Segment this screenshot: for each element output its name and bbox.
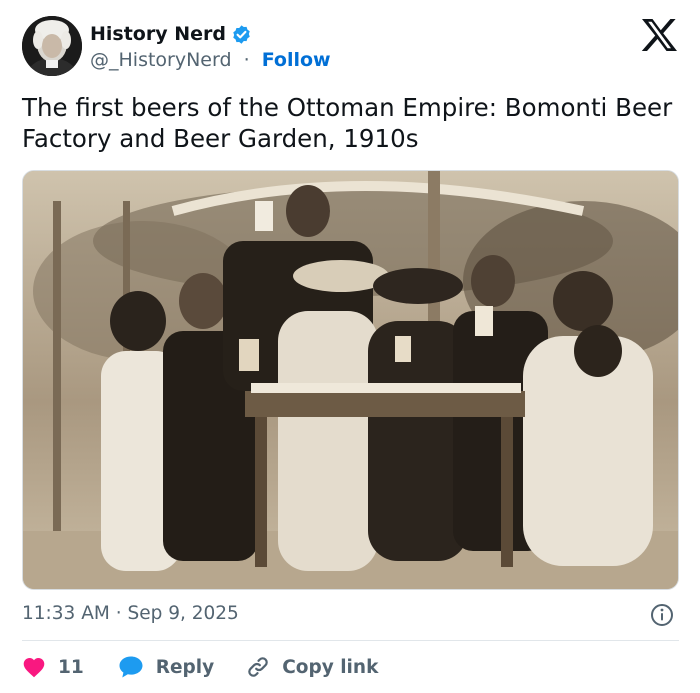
like-button[interactable]: 11	[22, 656, 84, 678]
tweet-text: The first beers of the Ottoman Empire: B…	[22, 93, 673, 153]
link-icon	[248, 657, 268, 677]
x-logo-icon[interactable]	[640, 18, 678, 52]
follow-button[interactable]: Follow	[262, 49, 331, 71]
like-count: 11	[58, 656, 84, 678]
handle-row: @_HistoryNerd · Follow	[90, 48, 331, 72]
handle-separator: ·	[243, 49, 250, 71]
speech-bubble-icon	[119, 656, 143, 678]
reply-label: Reply	[155, 656, 215, 678]
avatar-portrait-image	[22, 16, 82, 76]
author-handle[interactable]: @_HistoryNerd	[90, 49, 232, 71]
avatar[interactable]	[22, 16, 82, 76]
info-icon[interactable]	[650, 603, 674, 627]
tweet-photo[interactable]	[22, 170, 679, 590]
reply-button[interactable]: Reply	[118, 655, 214, 679]
beer-garden-photo-image	[23, 171, 678, 589]
divider	[22, 640, 679, 641]
tweet-timestamp[interactable]: 11:33 AM · Sep 9, 2025	[22, 602, 239, 626]
heart-icon	[23, 658, 45, 678]
author-name[interactable]: History Nerd	[90, 22, 226, 46]
verified-badge-icon	[233, 24, 250, 44]
tweet-actions: 11 Reply Copy link	[22, 652, 378, 682]
copy-link-label: Copy link	[282, 656, 379, 678]
author-name-row[interactable]: History Nerd	[90, 22, 252, 46]
copy-link-button[interactable]: Copy link	[246, 655, 378, 679]
